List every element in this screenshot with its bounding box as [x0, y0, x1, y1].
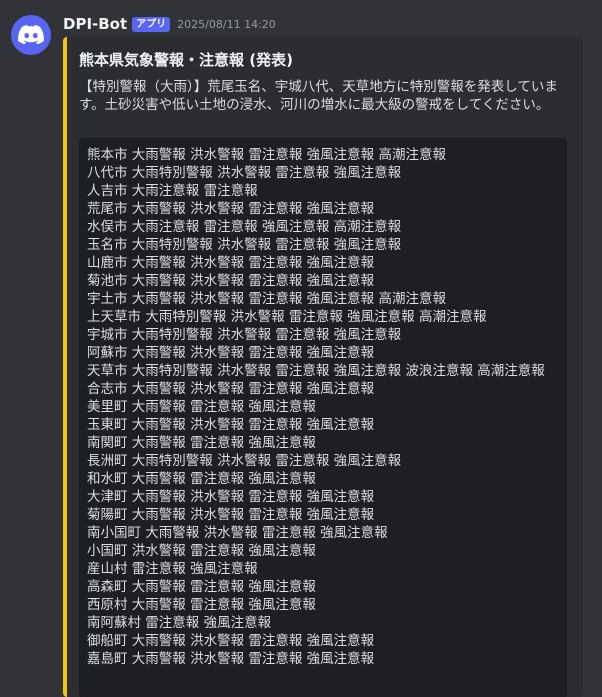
area-warning-line: 長洲町 大雨特別警報 洪水警報 雷注意報 強風注意報 — [87, 453, 402, 469]
area-warning-line: 南関町 大雨警報 雷注意報 強風注意報 — [87, 435, 316, 451]
area-warning-line: 天草市 大雨特別警報 洪水警報 雷注意報 強風注意報 波浪注意報 高潮注意報 — [87, 363, 545, 379]
area-warning-line: 大津町 大雨警報 洪水警報 雷注意報 強風注意報 — [87, 489, 375, 505]
area-warning-line: 和水町 大雨警報 雷注意報 強風注意報 — [87, 471, 316, 487]
area-warning-line: 西原村 大雨警報 雷注意報 強風注意報 — [87, 597, 316, 613]
area-warning-line: 玉名市 大雨特別警報 洪水警報 雷注意報 強風注意報 — [87, 237, 402, 253]
warning-list-codeblock: 熊本市 大雨警報 洪水警報 雷注意報 強風注意報 高潮注意報 八代市 大雨特別警報… — [79, 138, 567, 697]
area-warning-line: 玉東町 大雨警報 洪水警報 雷注意報 強風注意報 — [87, 417, 375, 433]
area-warning-line: 上天草市 大雨特別警報 洪水警報 雷注意報 強風注意報 高潮注意報 — [87, 309, 487, 325]
area-warning-line: 菊池市 大雨警報 洪水警報 雷注意報 強風注意報 — [87, 273, 375, 289]
area-warning-line: 菊陽町 大雨警報 洪水警報 雷注意報 強風注意報 — [87, 507, 375, 523]
area-warning-line: 嘉島町 大雨警報 洪水警報 雷注意報 強風注意報 — [87, 651, 375, 667]
area-warning-line: 荒尾市 大雨警報 洪水警報 雷注意報 強風注意報 — [87, 201, 375, 217]
warning-embed: 熊本県気象警報・注意報 (発表) 【特別警報（大雨）】荒尾玉名、宇城八代、天草地… — [63, 37, 583, 697]
area-warning-line: 南小国町 大雨警報 洪水警報 雷注意報 強風注意報 — [87, 525, 388, 541]
message-header: DPI-Bot アプリ 2025/08/11 14:20 — [63, 14, 276, 34]
area-warning-line: 水俣市 大雨注意報 雷注意報 強風注意報 高潮注意報 — [87, 219, 402, 235]
area-warning-line: 人吉市 大雨注意報 雷注意報 — [87, 183, 258, 199]
embed-title: 熊本県気象警報・注意報 (発表) — [79, 51, 293, 69]
area-warning-line: 小国町 洪水警報 雷注意報 強風注意報 — [87, 543, 316, 559]
area-warning-line: 合志市 大雨警報 洪水警報 雷注意報 強風注意報 — [87, 381, 375, 397]
area-warning-line: 宇城市 大雨特別警報 洪水警報 雷注意報 強風注意報 — [87, 327, 402, 343]
area-warning-line: 山鹿市 大雨警報 洪水警報 雷注意報 強風注意報 — [87, 255, 375, 271]
message-timestamp: 2025/08/11 14:20 — [177, 17, 276, 31]
area-warning-line: 産山村 雷注意報 強風注意報 — [87, 561, 258, 577]
area-warning-line: 阿蘇市 大雨警報 洪水警報 雷注意報 強風注意報 — [87, 345, 375, 361]
area-warning-line: 高森町 大雨警報 雷注意報 強風注意報 — [87, 579, 316, 595]
chat-message: DPI-Bot アプリ 2025/08/11 14:20 熊本県気象警報・注意報… — [0, 0, 602, 697]
area-warning-line: 八代市 大雨特別警報 洪水警報 雷注意報 強風注意報 — [87, 165, 402, 181]
area-warning-line: 南阿蘇村 雷注意報 強風注意報 — [87, 615, 272, 631]
app-badge: アプリ — [132, 16, 171, 32]
area-warning-line: 宇土市 大雨警報 洪水警報 雷注意報 強風注意報 高潮注意報 — [87, 291, 446, 307]
embed-description: 【特別警報（大雨）】荒尾玉名、宇城八代、天草地方に特別警報を発表しています。土砂… — [79, 79, 558, 113]
discord-logo-icon — [18, 25, 44, 45]
area-warning-line: 美里町 大雨警報 雷注意報 強風注意報 — [87, 399, 316, 415]
area-warning-line: 熊本市 大雨警報 洪水警報 雷注意報 強風注意報 高潮注意報 — [87, 147, 446, 163]
area-warning-line: 御船町 大雨警報 洪水警報 雷注意報 強風注意報 — [87, 633, 375, 649]
bot-avatar[interactable] — [11, 15, 51, 55]
author-name[interactable]: DPI-Bot — [63, 15, 127, 33]
